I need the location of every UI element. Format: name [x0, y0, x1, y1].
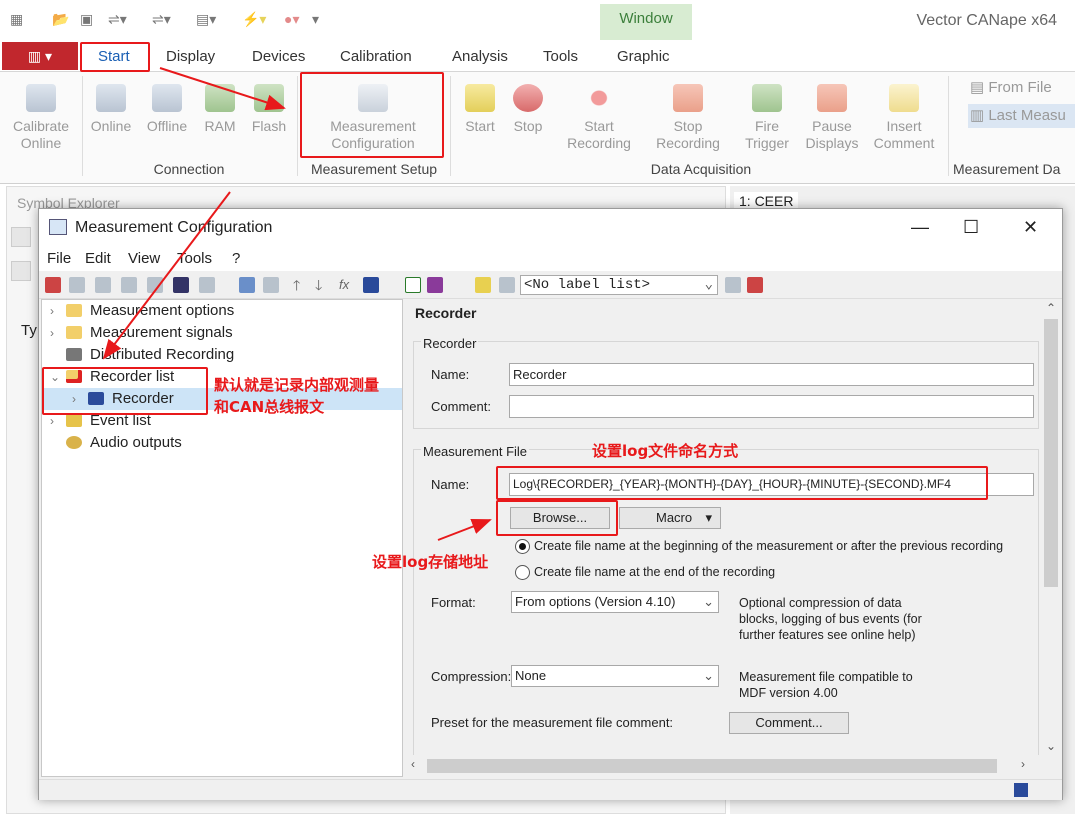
annotation-storage-path: 设置log存储地址	[372, 553, 489, 571]
annotation-default-recording-line1: 默认就是记录内部观测量	[214, 376, 380, 394]
arrow-start-to-config	[159, 67, 286, 111]
arrow-browse	[437, 518, 492, 541]
annotation-default-recording-line2: 和CAN总线报文	[214, 398, 325, 416]
annotation-arrows	[102, 67, 492, 541]
annotation-filename: 设置log文件命名方式	[592, 442, 739, 460]
arrow-config-to-recorder	[102, 191, 231, 360]
